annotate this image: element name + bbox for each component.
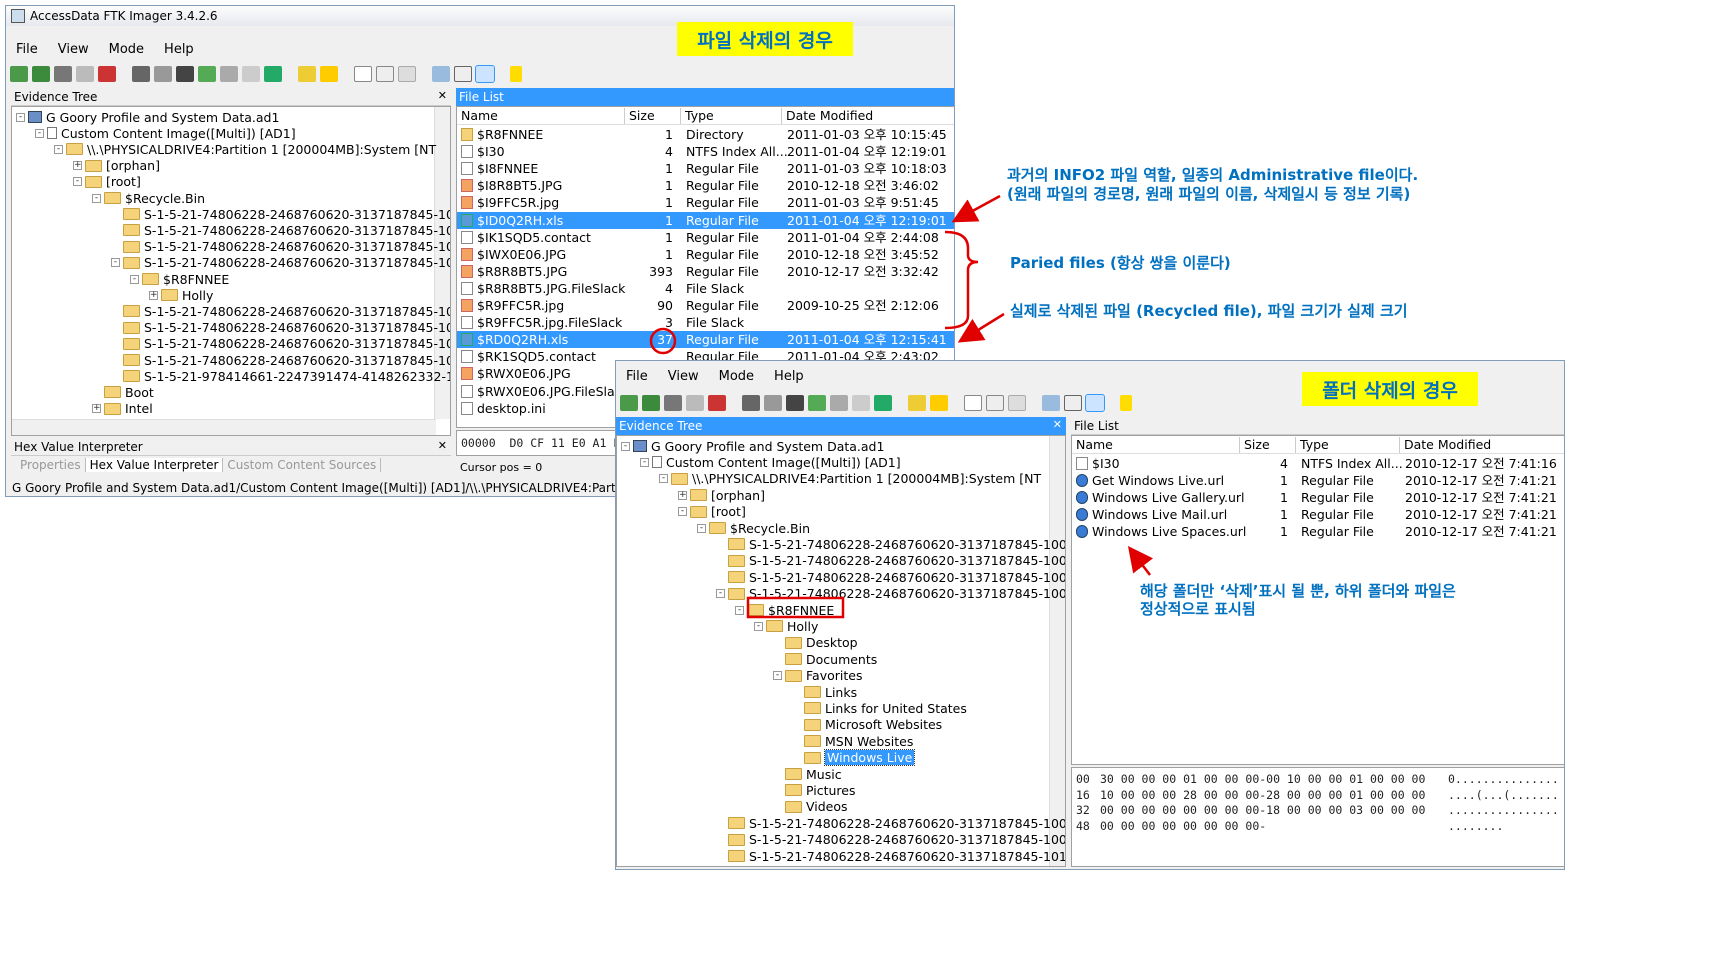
arrow-to-info-file (951, 194, 1001, 223)
annotation-overlay (649, 194, 1154, 619)
size-highlight-circle (649, 327, 677, 355)
arrow-to-url-files (1127, 546, 1154, 576)
paired-files-bracket (944, 230, 979, 330)
deleted-folder-highlight (746, 596, 845, 619)
